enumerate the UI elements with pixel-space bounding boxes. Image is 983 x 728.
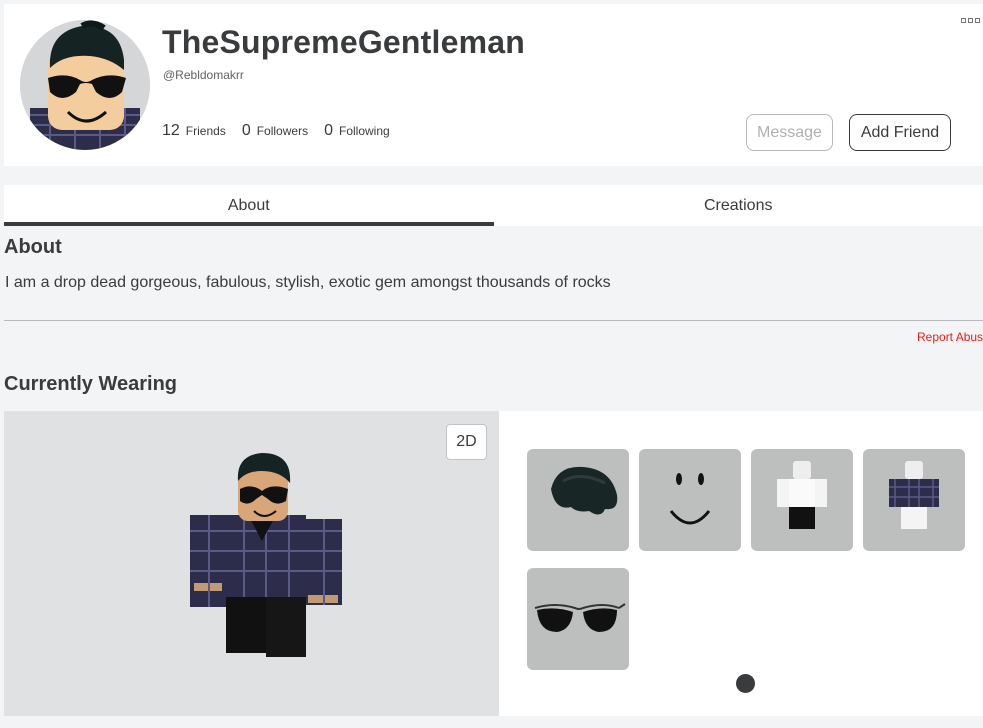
currently-wearing-heading: Currently Wearing xyxy=(4,373,177,395)
avatar-body-icon xyxy=(190,453,342,657)
white-shirt-icon xyxy=(777,461,827,529)
pager-dot[interactable] xyxy=(736,674,755,693)
plaid-shirt-icon xyxy=(889,461,939,529)
avatar[interactable] xyxy=(20,20,150,150)
avatar-3d-viewer[interactable]: 2D xyxy=(4,411,499,716)
followers-label[interactable]: Followers xyxy=(257,124,308,138)
profile-stats: 12 Friends 0 Followers 0 Following xyxy=(162,122,400,140)
smile-face-icon xyxy=(669,473,711,525)
sunglasses-item[interactable] xyxy=(527,568,629,670)
friends-count[interactable]: 12 xyxy=(162,122,180,140)
username: @Rebldomakrr xyxy=(163,68,244,82)
wearing-items-panel xyxy=(499,411,983,716)
hair-item[interactable] xyxy=(527,449,629,551)
tab-about[interactable]: About xyxy=(4,185,494,226)
face-item[interactable] xyxy=(639,449,741,551)
about-description: I am a drop dead gorgeous, fabulous, sty… xyxy=(5,274,611,291)
avatar-headshot-icon xyxy=(20,20,150,150)
display-name: TheSupremeGentleman xyxy=(162,24,526,60)
add-friend-button[interactable]: Add Friend xyxy=(849,114,951,151)
about-heading: About xyxy=(4,236,62,258)
tab-creations[interactable]: Creations xyxy=(494,185,983,226)
profile-header: TheSupremeGentleman @Rebldomakrr 12 Frie… xyxy=(4,4,983,166)
toggle-2d-button[interactable]: 2D xyxy=(446,424,487,460)
aviator-sunglasses-icon xyxy=(534,603,626,632)
followers-count[interactable]: 0 xyxy=(242,122,251,140)
following-count[interactable]: 0 xyxy=(324,122,333,140)
report-abuse-link[interactable]: Report Abuse xyxy=(917,330,983,344)
profile-tabs: About Creations xyxy=(4,185,983,226)
white-shirt-item[interactable] xyxy=(751,449,853,551)
hair-icon xyxy=(551,466,618,515)
more-options-icon[interactable] xyxy=(961,18,981,26)
following-label[interactable]: Following xyxy=(339,124,390,138)
message-button[interactable]: Message xyxy=(746,114,833,151)
divider xyxy=(4,320,983,321)
friends-label[interactable]: Friends xyxy=(186,124,226,138)
plaid-shirt-item[interactable] xyxy=(863,449,965,551)
